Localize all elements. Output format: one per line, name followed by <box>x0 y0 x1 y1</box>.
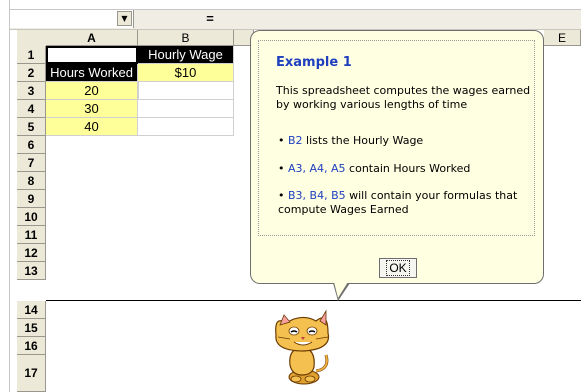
cell-b5[interactable] <box>138 118 234 136</box>
cell-a4[interactable]: 30 <box>46 100 138 118</box>
cat-office-assistant-icon[interactable] <box>268 305 338 387</box>
cell-b3[interactable] <box>138 82 234 100</box>
cell-a3[interactable]: 20 <box>46 82 138 100</box>
formula-equals-icon[interactable]: = <box>200 11 220 27</box>
balloon-bullet-2: • A3, A4, A5 contain Hours Worked <box>278 162 528 176</box>
row-header-7[interactable]: 7 <box>17 154 46 172</box>
bullet-icon: • <box>278 162 285 175</box>
row-header-15[interactable]: 15 <box>17 319 46 337</box>
row-header-9[interactable]: 9 <box>17 190 46 208</box>
cell-a1[interactable] <box>46 46 138 64</box>
balloon-description: This spreadsheet computes the wages earn… <box>276 84 531 111</box>
bullet-icon: • <box>278 134 285 147</box>
row-header-8[interactable]: 8 <box>17 172 46 190</box>
cell-b2[interactable]: $10 <box>138 64 234 82</box>
cell-a5[interactable]: 40 <box>46 118 138 136</box>
column-header-e[interactable]: E <box>544 30 581 46</box>
row-header-1[interactable]: 1 <box>17 46 46 64</box>
row-header-2[interactable]: 2 <box>17 64 46 82</box>
name-box[interactable] <box>10 10 134 28</box>
row-header-6[interactable]: 6 <box>17 136 46 154</box>
row-header-11[interactable]: 11 <box>17 226 46 244</box>
row-header-4[interactable]: 4 <box>17 100 46 118</box>
window-frame-left <box>0 0 10 392</box>
bullet-text: contain Hours Worked <box>345 162 471 175</box>
balloon-title: Example 1 <box>276 55 352 70</box>
row-header-17[interactable]: 17 <box>17 355 46 392</box>
cell-b1[interactable]: Hourly Wage <box>138 46 234 64</box>
select-all-corner[interactable] <box>17 30 47 47</box>
cell-a2[interactable]: Hours Worked <box>46 64 138 82</box>
balloon-tail-fill <box>334 282 348 298</box>
row-header-16[interactable]: 16 <box>17 337 46 355</box>
balloon-bullet-1: • B2 lists the Hourly Wage <box>278 134 528 148</box>
row-header-14[interactable]: 14 <box>17 301 46 319</box>
column-header-a[interactable]: A <box>46 30 138 46</box>
row-header-13[interactable]: 13 <box>17 262 46 280</box>
bullet-ref: B3, B4, B5 <box>288 189 346 202</box>
window-frame-top <box>0 0 581 10</box>
bullet-icon: • <box>278 189 285 202</box>
row-divider <box>46 300 581 301</box>
cell-b4[interactable] <box>138 100 234 118</box>
row-header-12[interactable]: 12 <box>17 244 46 262</box>
row-header-3[interactable]: 3 <box>17 82 46 100</box>
name-box-dropdown-icon[interactable]: ▼ <box>117 11 132 26</box>
bullet-text: lists the Hourly Wage <box>302 134 424 147</box>
balloon-bullet-3: • B3, B4, B5 will contain your formulas t… <box>278 189 523 217</box>
bullet-ref: B2 <box>288 134 303 147</box>
ok-button[interactable]: OK <box>379 258 417 278</box>
ok-label: OK <box>386 260 410 276</box>
column-header-b[interactable]: B <box>138 30 234 46</box>
bullet-ref: A3, A4, A5 <box>288 162 346 175</box>
row-header-5[interactable]: 5 <box>17 118 46 136</box>
row-header-10[interactable]: 10 <box>17 208 46 226</box>
